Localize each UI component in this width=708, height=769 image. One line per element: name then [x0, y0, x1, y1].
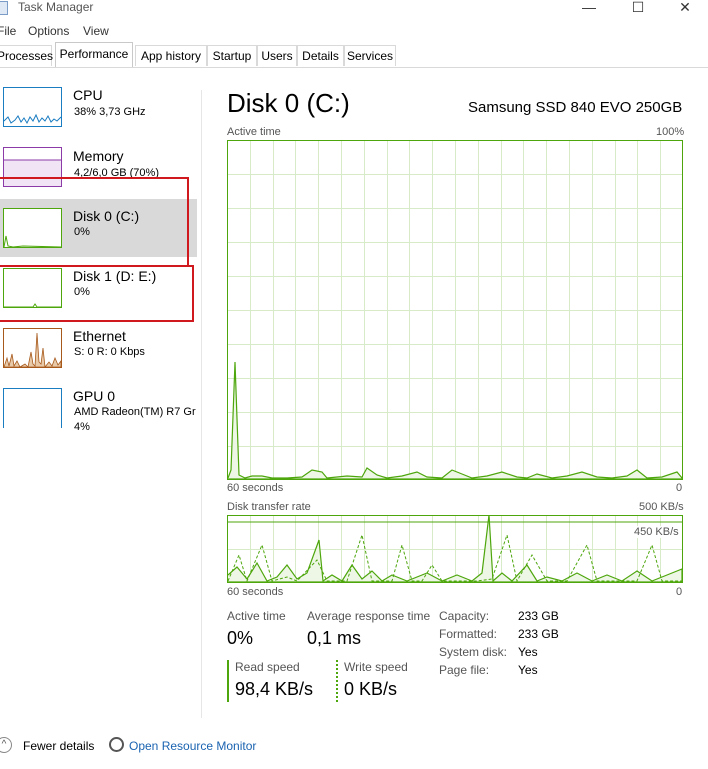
disk-title: Disk 0 (C:): [227, 88, 350, 118]
menu-options[interactable]: Options: [28, 24, 69, 38]
highlight-box-disk-0: [0, 177, 189, 267]
task-manager-icon: [0, 1, 8, 15]
sidebar-item-subtitle-2: 4%: [74, 421, 90, 433]
write-speed-bar: [336, 660, 338, 702]
sidebar-item-title: Memory: [73, 148, 124, 164]
system-disk-label: System disk:: [439, 645, 508, 659]
sidebar-item-gpu-0[interactable]: GPU 0 AMD Radeon(TM) R7 Gr 4%: [0, 379, 197, 437]
resource-monitor-icon: [109, 737, 124, 752]
read-speed-label: Read speed: [235, 660, 300, 674]
sidebar-item-ethernet[interactable]: Ethernet S: 0 R: 0 Kbps: [0, 319, 197, 377]
tab-processes[interactable]: Processes: [0, 45, 53, 66]
transfer-rate-reference-label: 450 KB/s: [634, 526, 679, 538]
sidebar-item-title: GPU 0: [73, 388, 116, 404]
avg-response-value: 0,1 ms: [307, 628, 362, 648]
tab-users[interactable]: Users: [257, 45, 297, 66]
tab-details[interactable]: Details: [297, 45, 344, 66]
transfer-rate-graph: [227, 515, 683, 583]
fewer-details-button[interactable]: Fewer details: [23, 739, 94, 753]
write-speed-label: Write speed: [344, 660, 408, 674]
read-speed-value: 98,4 KB/s: [235, 679, 314, 699]
transfer-rate-graph-max: 500 KB/s: [639, 501, 684, 513]
sidebar-item-subtitle: 38% 3,73 GHz: [74, 106, 146, 118]
active-time-graph-min: 0: [676, 482, 683, 494]
active-time-graph: [227, 140, 683, 480]
disk-model: Samsung SSD 840 EVO 250GB: [468, 99, 683, 116]
tab-app-history[interactable]: App history: [135, 45, 207, 66]
cpu-thumbnail: [3, 87, 62, 127]
close-button[interactable]: ✕: [672, 0, 698, 14]
capacity-label: Capacity:: [439, 609, 490, 623]
transfer-rate-graph-min: 0: [676, 586, 683, 598]
read-speed-bar: [227, 660, 229, 702]
page-file-label: Page file:: [439, 663, 490, 677]
gpu-0-thumbnail: [3, 388, 62, 428]
active-time-value: 0%: [227, 628, 254, 648]
system-disk-value: Yes: [518, 645, 538, 659]
formatted-label: Formatted:: [439, 627, 498, 641]
formatted-value: 233 GB: [518, 627, 559, 641]
tab-services[interactable]: Services: [344, 45, 396, 66]
window-title: Task Manager: [18, 0, 94, 14]
minimize-button[interactable]: —: [576, 0, 602, 14]
tab-startup[interactable]: Startup: [207, 45, 257, 66]
transfer-rate-graph-duration: 60 seconds: [227, 586, 284, 598]
footer-divider: [0, 725, 708, 726]
sidebar-item-cpu[interactable]: CPU 38% 3,73 GHz: [0, 80, 197, 138]
tab-performance[interactable]: Performance: [55, 42, 133, 67]
active-time-graph-max: 100%: [656, 126, 685, 138]
sidebar-divider: [201, 90, 202, 718]
capacity-value: 233 GB: [518, 609, 559, 623]
chevron-up-icon[interactable]: ^: [0, 737, 12, 753]
active-time-graph-label: Active time: [227, 126, 281, 138]
sidebar-item-subtitle: S: 0 R: 0 Kbps: [74, 346, 145, 358]
active-time-graph-duration: 60 seconds: [227, 482, 284, 494]
transfer-rate-graph-label: Disk transfer rate: [227, 501, 311, 513]
ethernet-thumbnail: [3, 328, 62, 368]
write-speed-value: 0 KB/s: [344, 679, 398, 699]
open-resource-monitor-link[interactable]: Open Resource Monitor: [129, 739, 256, 753]
avg-response-label: Average response time: [307, 609, 431, 623]
highlight-box-disk-1: [0, 265, 194, 322]
tab-bar: Processes Performance App history Startu…: [0, 42, 708, 68]
page-file-value: Yes: [518, 663, 538, 677]
active-time-label: Active time: [227, 609, 286, 623]
maximize-button[interactable]: ☐: [625, 0, 651, 14]
sidebar-item-title: Ethernet: [73, 328, 126, 344]
sidebar-item-subtitle: AMD Radeon(TM) R7 Gr: [74, 406, 196, 418]
sidebar-item-title: CPU: [73, 87, 103, 103]
menu-view[interactable]: View: [83, 24, 109, 38]
menu-file[interactable]: File: [0, 24, 16, 38]
